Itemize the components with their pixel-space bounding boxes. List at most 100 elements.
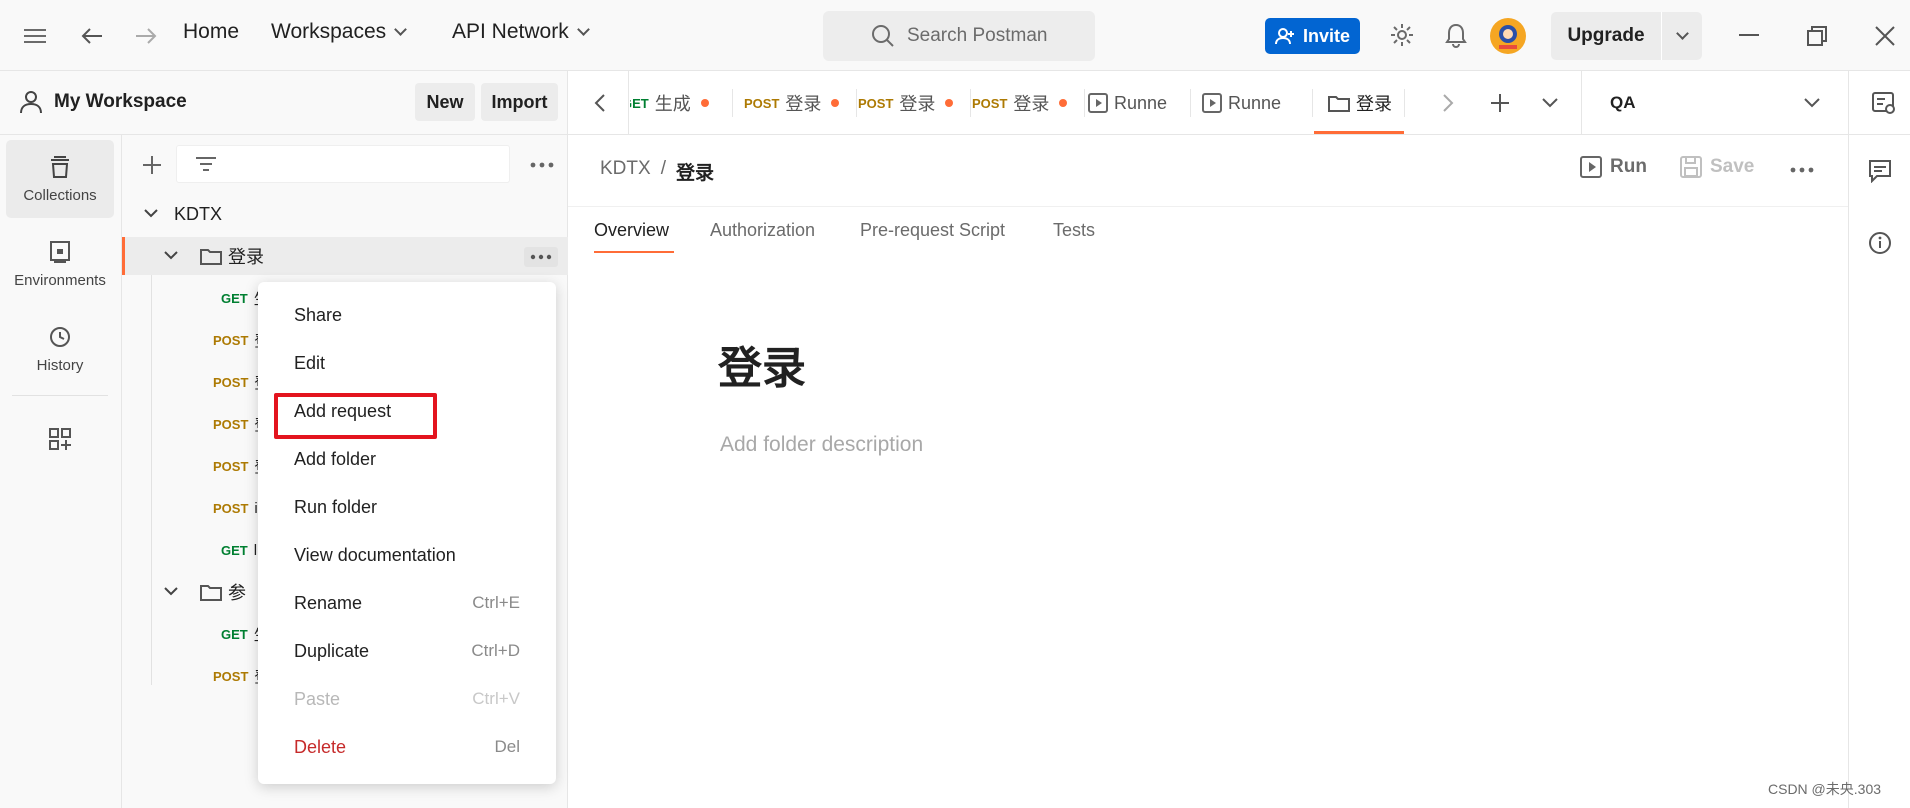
api-network-menu[interactable]: API Network — [452, 20, 590, 44]
close-window-icon[interactable] — [1871, 22, 1899, 50]
folder-icon — [1328, 94, 1350, 112]
environment-quick-look-icon[interactable] — [1870, 89, 1898, 117]
tabs-dropdown-icon[interactable] — [1538, 91, 1562, 115]
add-user-icon — [1274, 27, 1295, 45]
info-icon[interactable] — [1866, 229, 1894, 257]
search-input[interactable]: Search Postman — [823, 11, 1095, 61]
settings-gear-icon[interactable] — [1387, 20, 1417, 50]
breadcrumb-current: 登录 — [675, 163, 714, 184]
unsaved-dot — [700, 99, 709, 107]
tab-request[interactable]: POST 登录 — [972, 71, 1082, 135]
method-badge: POST — [213, 374, 249, 390]
method-badge: POST — [213, 416, 249, 432]
tab-pre-request-script[interactable]: Pre-request Script — [860, 220, 1005, 241]
tab-overview[interactable]: Overview — [594, 220, 669, 241]
tab-tests[interactable]: Tests — [1053, 220, 1095, 241]
scroll-tabs-left-icon[interactable] — [588, 91, 612, 115]
import-button[interactable]: Import — [481, 83, 558, 121]
filter-input[interactable] — [176, 145, 510, 183]
comments-icon[interactable] — [1866, 157, 1894, 185]
minimize-icon[interactable] — [1735, 22, 1763, 50]
more-options-icon[interactable] — [1787, 160, 1817, 180]
menu-item-share[interactable]: Share — [258, 292, 556, 338]
forward-arrow-icon[interactable] — [132, 22, 160, 50]
menu-item-duplicate[interactable]: Duplicate Ctrl+D — [258, 628, 556, 674]
back-arrow-icon[interactable] — [78, 22, 106, 50]
collection-name: KDTX — [174, 203, 223, 224]
folder-description-input[interactable]: Add folder description — [720, 433, 923, 457]
workspaces-menu[interactable]: Workspaces — [271, 20, 408, 44]
notification-bell-icon[interactable] — [1441, 20, 1471, 50]
tab-authorization[interactable]: Authorization — [710, 220, 815, 241]
divider — [1312, 89, 1313, 117]
active-tab-indicator — [1314, 131, 1404, 134]
folder-context-menu: Share Edit Add request Add folder Run fo… — [258, 282, 556, 784]
method-badge: GET — [221, 626, 248, 642]
tab-bar: GET 生成 POST 登录 POST 登录 POST 登录 Runne Run… — [568, 71, 1910, 135]
more-options-icon[interactable] — [526, 153, 558, 177]
filter-icon — [195, 156, 217, 174]
menu-item-view-documentation[interactable]: View documentation — [258, 532, 556, 578]
top-bar: Home Workspaces API Network Search Postm… — [0, 0, 1910, 71]
run-button[interactable]: Run — [1580, 156, 1647, 178]
menu-icon[interactable] — [22, 23, 48, 49]
menu-shortcut: Ctrl+D — [471, 641, 520, 660]
menu-item-add-folder[interactable]: Add folder — [258, 436, 556, 482]
restore-window-icon[interactable] — [1803, 22, 1831, 50]
tab-label: Runne — [1228, 92, 1282, 113]
scroll-tabs-right-icon[interactable] — [1436, 91, 1460, 115]
tab-request[interactable]: POST 登录 — [744, 71, 854, 135]
add-collection-button[interactable] — [140, 153, 164, 177]
tab-runner[interactable]: Runne — [1202, 71, 1300, 135]
breadcrumb-parent[interactable]: KDTX — [600, 158, 651, 185]
divider — [1190, 89, 1191, 117]
menu-label: Delete — [294, 736, 347, 757]
workspace-header: My Workspace New Import — [0, 71, 568, 135]
search-icon — [871, 24, 895, 48]
menu-shortcut: Ctrl+E — [472, 593, 520, 612]
breadcrumb: KDTX / 登录 — [600, 158, 714, 185]
workspace-title[interactable]: My Workspace — [20, 90, 187, 114]
new-button[interactable]: New — [415, 83, 475, 121]
menu-item-run-folder[interactable]: Run folder — [258, 484, 556, 530]
rail-item-collections[interactable]: Collections — [6, 140, 114, 218]
runner-play-icon — [1088, 93, 1108, 113]
environments-icon — [48, 240, 72, 264]
chevron-down-icon — [1804, 98, 1820, 108]
method-badge: GET — [630, 95, 649, 111]
environment-selector[interactable]: QA — [1582, 71, 1844, 135]
invite-label: Invite — [1302, 25, 1350, 46]
rail-item-configure[interactable] — [6, 400, 114, 478]
avatar[interactable] — [1489, 17, 1527, 55]
home-link[interactable]: Home — [183, 20, 239, 44]
menu-shortcut: Ctrl+V — [472, 689, 520, 708]
chevron-down-icon — [394, 23, 408, 36]
tab-request[interactable]: GET 生成 — [630, 71, 730, 135]
tab-request[interactable]: POST 登录 — [858, 71, 968, 135]
divider — [970, 89, 971, 117]
chevron-down-icon — [576, 23, 590, 36]
invite-button[interactable]: Invite — [1265, 18, 1360, 54]
rail-label-environments: Environments — [14, 271, 106, 289]
menu-item-edit[interactable]: Edit — [258, 340, 556, 386]
chevron-down-icon — [164, 251, 178, 261]
new-tab-plus-icon[interactable] — [1488, 91, 1512, 115]
breadcrumb-separator: / — [660, 158, 666, 179]
menu-item-rename[interactable]: Rename Ctrl+E — [258, 580, 556, 626]
unsaved-dot — [831, 99, 840, 107]
menu-item-delete[interactable]: Delete Del — [258, 724, 556, 770]
upgrade-dropdown-button[interactable] — [1662, 27, 1702, 40]
upgrade-button-group: Upgrade — [1551, 12, 1702, 60]
folder-row-selected[interactable]: 登录 — [122, 237, 568, 275]
menu-item-paste: Paste Ctrl+V — [258, 676, 556, 722]
highlight-annotation-box — [274, 393, 437, 439]
rail-item-environments[interactable]: Environments — [6, 225, 114, 303]
tab-runner[interactable]: Runne — [1088, 71, 1186, 135]
collection-row[interactable]: KDTX — [122, 195, 568, 233]
folder-title[interactable]: 登录 — [718, 332, 806, 396]
unsaved-dot — [945, 99, 954, 107]
folder-more-icon[interactable] — [524, 247, 558, 267]
rail-item-history[interactable]: History — [6, 310, 114, 388]
upgrade-button[interactable]: Upgrade — [1551, 25, 1661, 47]
left-rail: Collections Environments History — [0, 135, 122, 808]
